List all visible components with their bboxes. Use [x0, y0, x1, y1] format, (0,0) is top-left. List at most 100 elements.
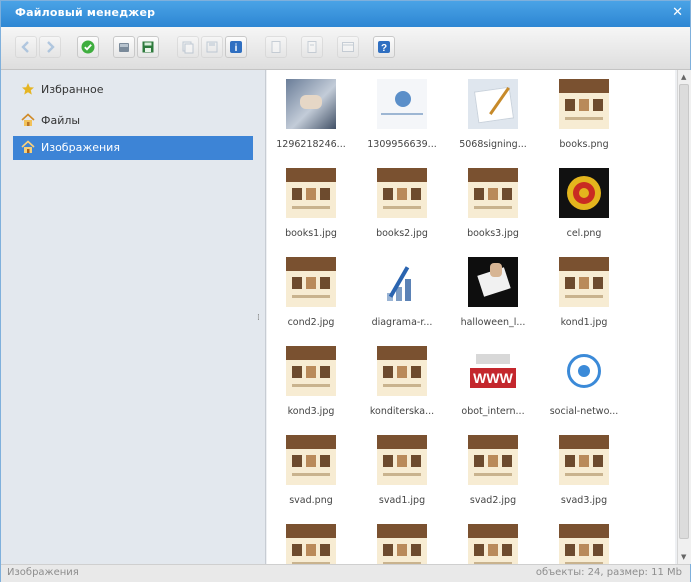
check-circle-icon — [81, 40, 95, 54]
file-thumbnail — [559, 257, 609, 307]
file-item[interactable]: cel.png — [542, 164, 626, 250]
file-thumbnail — [559, 435, 609, 485]
scrollbar-thumb[interactable] — [679, 84, 689, 539]
scroll-up-icon[interactable]: ▲ — [681, 73, 686, 81]
file-name: 1309956639... — [367, 139, 437, 150]
sidebar-item-favorites[interactable]: Избранное — [13, 78, 253, 102]
file-item[interactable]: svad1.jpg — [360, 431, 444, 517]
save-button[interactable] — [137, 36, 159, 58]
file-item[interactable] — [542, 520, 626, 564]
file-thumbnail: WWW — [468, 346, 518, 396]
file-thumbnail — [559, 524, 609, 564]
sidebar-item-label: Изображения — [41, 141, 120, 154]
copy-button[interactable] — [177, 36, 199, 58]
file-item[interactable]: social-netwo... — [542, 342, 626, 428]
floppy-icon — [142, 41, 154, 53]
drive-button[interactable] — [113, 36, 135, 58]
file-manager-window: Файловый менеджер ✕ i ? Избранное Файлы … — [0, 0, 691, 582]
disk-button[interactable] — [201, 36, 223, 58]
splitter-handle[interactable]: ⁞ — [257, 313, 260, 323]
file-item[interactable]: halloween_l... — [451, 253, 535, 339]
file-thumbnail — [468, 435, 518, 485]
file-item[interactable]: diagrama-r... — [360, 253, 444, 339]
file-name: cond2.jpg — [287, 317, 335, 328]
file-thumbnail — [468, 257, 518, 307]
file-name: obot_intern... — [461, 406, 525, 417]
file-item[interactable]: svad.png — [269, 431, 353, 517]
file-thumbnail — [286, 257, 336, 307]
file-item[interactable]: 1296218246... — [269, 75, 353, 161]
images-folder-icon — [21, 140, 35, 153]
svg-text:?: ? — [381, 43, 387, 54]
vertical-scrollbar[interactable]: ▲ ▼ — [677, 70, 691, 564]
file-thumbnail — [559, 346, 609, 396]
file-item[interactable]: 5068signing... — [451, 75, 535, 161]
file-item[interactable]: cond2.jpg — [269, 253, 353, 339]
file-item[interactable] — [269, 520, 353, 564]
svg-text:i: i — [235, 43, 238, 54]
window-button[interactable] — [337, 36, 359, 58]
sidebar-item-label: Файлы — [41, 114, 81, 127]
file-name: halloween_l... — [460, 317, 526, 328]
file-name: konditerska... — [369, 406, 435, 417]
file-item[interactable]: books1.jpg — [269, 164, 353, 250]
sidebar-item-files[interactable]: Файлы — [13, 109, 253, 133]
file-thumbnail — [377, 257, 427, 307]
arrow-right-icon — [47, 41, 55, 53]
file-item[interactable]: konditerska... — [360, 342, 444, 428]
file-thumbnail — [286, 524, 336, 564]
file-item[interactable]: kond3.jpg — [269, 342, 353, 428]
file-item[interactable]: books3.jpg — [451, 164, 535, 250]
refresh-button[interactable] — [77, 36, 99, 58]
file-thumbnail — [377, 79, 427, 129]
scroll-down-icon[interactable]: ▼ — [681, 553, 686, 561]
file-name: books2.jpg — [376, 228, 428, 239]
file-item[interactable]: kond1.jpg — [542, 253, 626, 339]
toolbar: i ? — [1, 27, 690, 70]
help-button[interactable]: ? — [373, 36, 395, 58]
file-thumbnail — [468, 168, 518, 218]
window-icon — [342, 42, 354, 52]
file-name: kond3.jpg — [287, 406, 335, 417]
file-thumbnail — [377, 346, 427, 396]
file-name: svad3.jpg — [560, 495, 608, 506]
drive-icon — [119, 43, 129, 52]
file-thumbnail — [377, 524, 427, 564]
file-name: diagrama-r... — [371, 317, 433, 328]
file-item[interactable] — [360, 520, 444, 564]
info-button[interactable]: i — [225, 36, 247, 58]
close-icon[interactable]: ✕ — [672, 5, 683, 20]
star-icon — [22, 83, 34, 95]
forward-button[interactable] — [39, 36, 61, 58]
file-name: books1.jpg — [285, 228, 337, 239]
sidebar-item-images[interactable]: Изображения — [13, 136, 253, 160]
file-thumbnail — [286, 79, 336, 129]
file-item[interactable]: svad2.jpg — [451, 431, 535, 517]
status-bar: Изображения объекты: 24, размер: 11 Mb — [1, 564, 690, 582]
file-name: 1296218246... — [276, 139, 346, 150]
file-item[interactable]: svad3.jpg — [542, 431, 626, 517]
file-name: books.png — [559, 139, 609, 150]
file-name: books3.jpg — [467, 228, 519, 239]
file-name: social-netwo... — [549, 406, 619, 417]
file-item[interactable]: WWW obot_intern... — [451, 342, 535, 428]
file-thumbnail — [286, 435, 336, 485]
file-item[interactable]: 1309956639... — [360, 75, 444, 161]
file-item[interactable]: books.png — [542, 75, 626, 161]
sidebar: Избранное Файлы Изображения — [1, 70, 266, 564]
status-summary: объекты: 24, размер: 11 Mb — [535, 567, 682, 578]
file-item[interactable] — [451, 520, 535, 564]
back-button[interactable] — [15, 36, 37, 58]
properties-button[interactable] — [265, 36, 287, 58]
file-name: svad1.jpg — [378, 495, 426, 506]
sidebar-item-label: Избранное — [41, 83, 104, 96]
home-icon — [21, 113, 35, 126]
file-thumbnail — [286, 346, 336, 396]
view-button[interactable] — [301, 36, 323, 58]
file-thumbnail — [559, 79, 609, 129]
file-thumbnail — [377, 435, 427, 485]
window-title: Файловый менеджер — [15, 6, 156, 19]
file-name: svad.png — [289, 495, 333, 506]
file-item[interactable]: books2.jpg — [360, 164, 444, 250]
copy-icon — [182, 41, 194, 54]
